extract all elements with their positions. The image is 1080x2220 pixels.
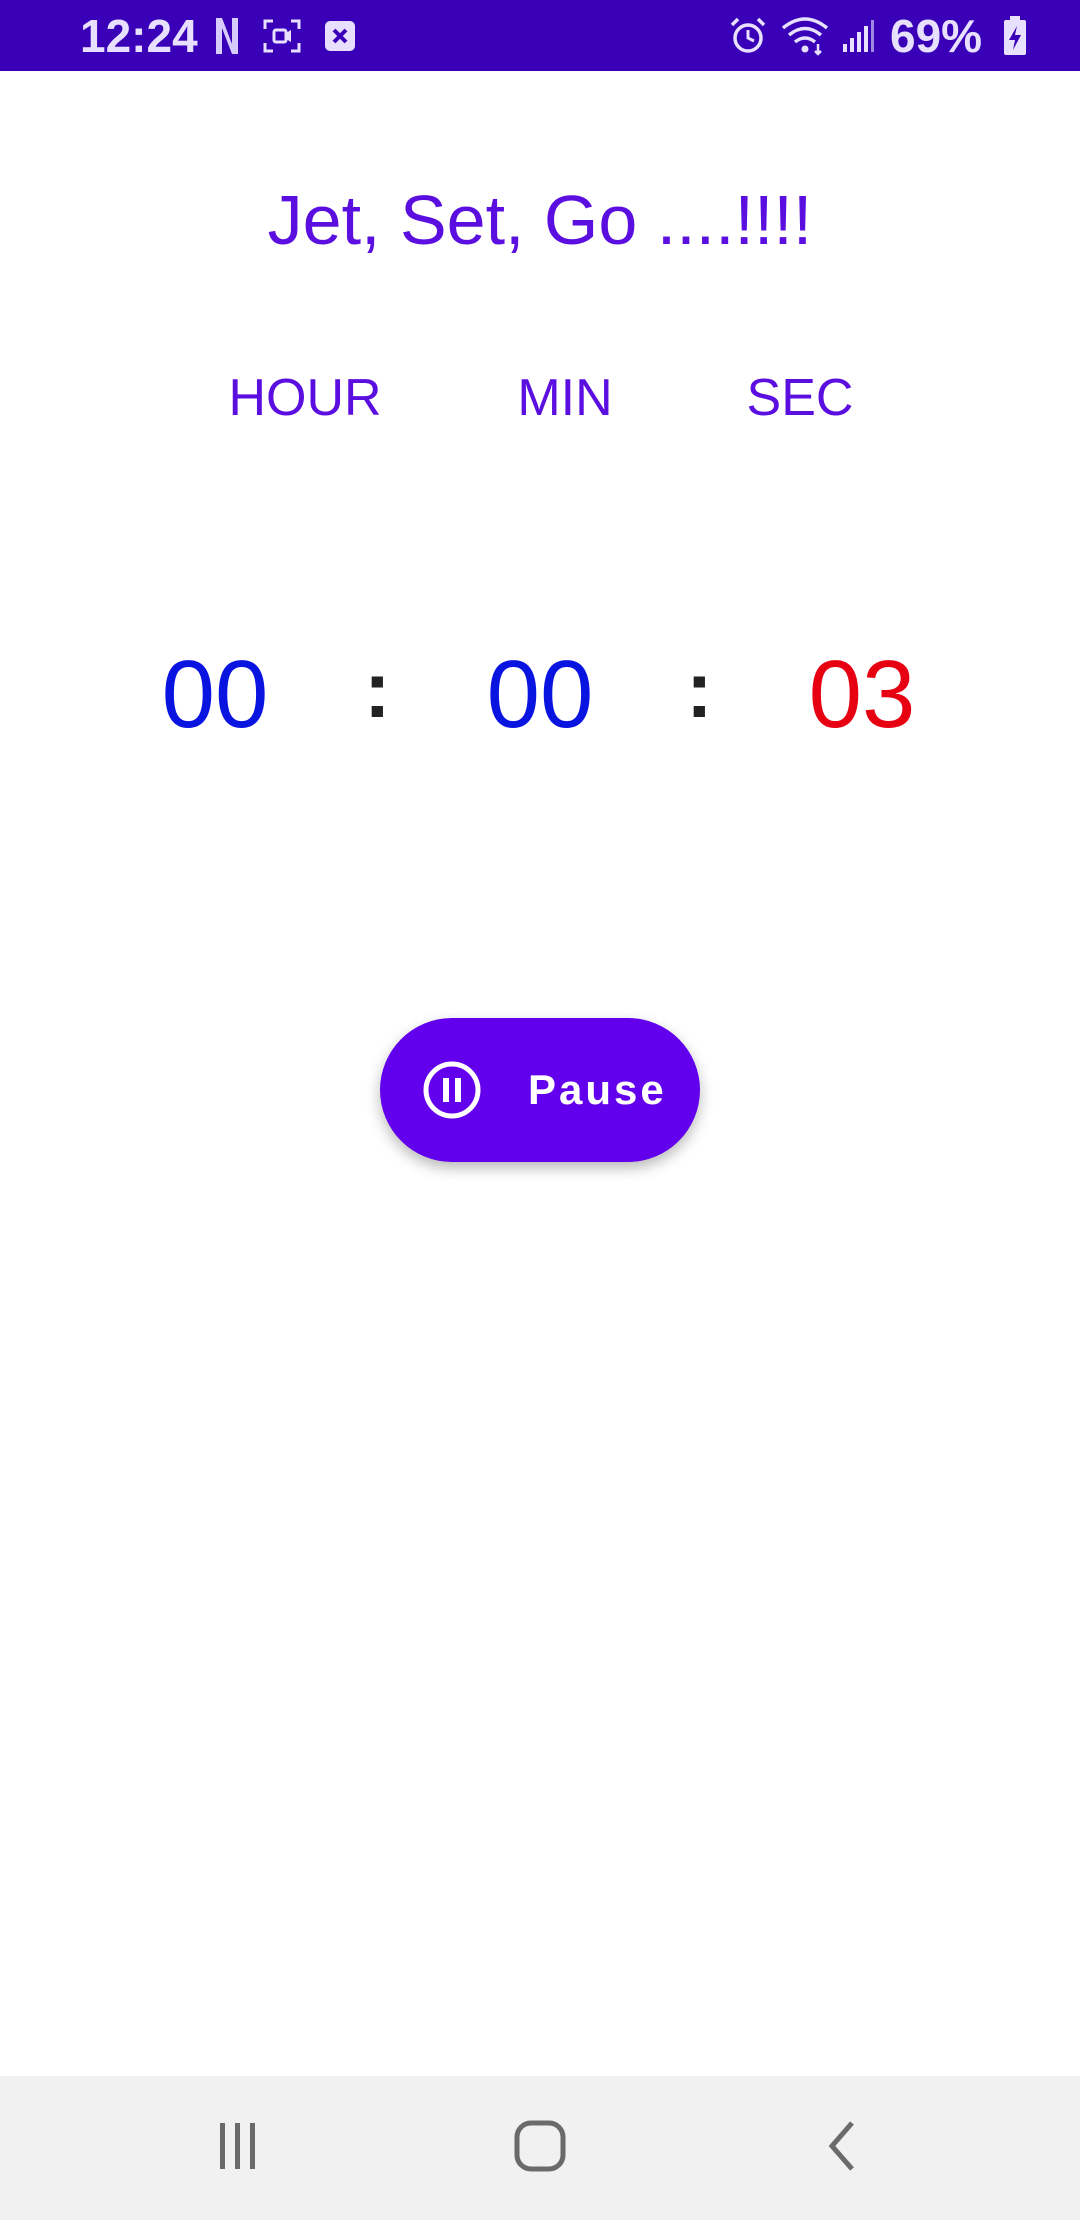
pause-button[interactable]: Pause xyxy=(380,1018,700,1162)
home-button[interactable] xyxy=(504,2112,576,2184)
screen-record-icon xyxy=(262,14,302,58)
back-button[interactable] xyxy=(806,2112,878,2184)
battery-percent: 69% xyxy=(890,10,983,62)
page-title: Jet, Set, Go ....!!!! xyxy=(267,181,813,259)
battery-charging-icon xyxy=(1003,14,1027,58)
minutes-value: 00 xyxy=(486,641,594,748)
separator-colon: : xyxy=(364,645,391,734)
signal-icon xyxy=(840,14,876,58)
home-icon xyxy=(513,2119,567,2178)
alarm-icon xyxy=(728,14,768,58)
status-time: 12:24 xyxy=(80,10,198,62)
back-icon xyxy=(822,2119,862,2178)
recent-apps-button[interactable] xyxy=(202,2112,274,2184)
wifi-icon xyxy=(780,14,830,58)
min-label: MIN xyxy=(517,369,613,427)
hour-label: HOUR xyxy=(228,369,382,427)
status-bar: 12:24 69% xyxy=(0,0,1080,71)
close-notification-icon xyxy=(322,14,358,58)
netflix-icon xyxy=(212,14,242,58)
recent-apps-icon xyxy=(213,2121,263,2176)
seconds-value: 03 xyxy=(808,641,916,748)
pause-label: Pause xyxy=(528,1066,667,1113)
separator-colon: : xyxy=(686,645,713,734)
navigation-bar xyxy=(0,2076,1080,2220)
pause-circle-icon xyxy=(422,1060,482,1120)
hours-value: 00 xyxy=(161,641,269,748)
sec-label: SEC xyxy=(746,369,854,427)
